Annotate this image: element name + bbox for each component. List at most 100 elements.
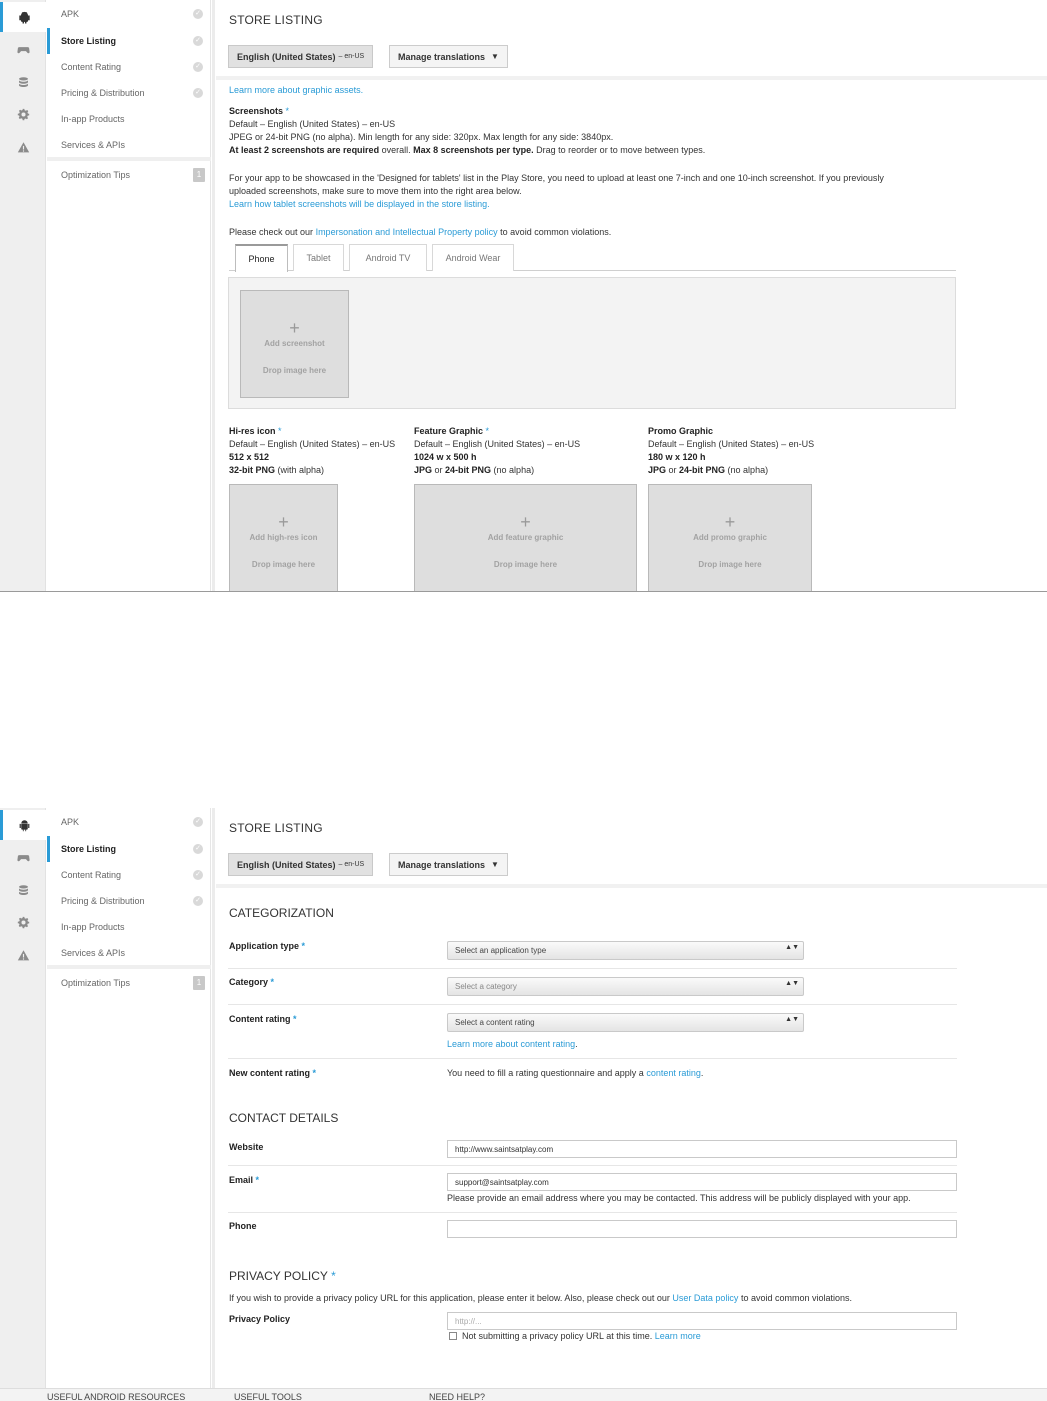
check-icon: ✓ (193, 870, 203, 880)
learn-more-link[interactable]: Learn more about (447, 1039, 521, 1049)
android-icon[interactable] (0, 2, 46, 32)
nav-item-in-app-products[interactable]: In-app Products (47, 106, 211, 132)
policy-post: to avoid common violations. (497, 227, 612, 237)
tab-tablet[interactable]: Tablet (293, 244, 344, 271)
content-rating-select[interactable]: Select a content rating ▲▼ (447, 1013, 804, 1032)
nav-item-label: Optimization Tips (61, 170, 131, 180)
tab-android-wear[interactable]: Android Wear (432, 244, 514, 271)
nav-item-services[interactable]: Services & APIs (47, 132, 211, 158)
email-label: Email * (229, 1175, 259, 1185)
category-select[interactable]: Select a category ▲▼ (447, 977, 804, 996)
hires-title: Hi-res icon (229, 426, 276, 436)
database-icon[interactable] (0, 67, 46, 97)
learn-more-link[interactable]: Learn more (655, 1331, 701, 1341)
gear-icon[interactable] (0, 99, 46, 129)
nav-item-pricing[interactable]: Pricing & Distribution ✓ (47, 80, 211, 106)
content-rating-link[interactable]: content rating (521, 1039, 576, 1049)
footer-need-help[interactable]: NEED HELP? (429, 1392, 485, 1401)
check-icon: ✓ (193, 62, 203, 72)
no-privacy-policy-label: Not submitting a privacy policy URL at t… (462, 1331, 653, 1341)
required-marker: * (301, 941, 306, 951)
application-type-value: Select an application type (455, 946, 547, 955)
screenshots-heading: Screenshots * (229, 106, 289, 116)
nav-item-label: Services & APIs (61, 140, 126, 150)
nav-item-label: Store Listing (61, 36, 117, 46)
language-button[interactable]: English (United States) – en-US (228, 853, 374, 876)
privacy-policy-input[interactable]: http://... (447, 1312, 957, 1330)
store-listing-graphics-panel: APK ✓ Store Listing ✓ Content Rating ✓ Pric… (0, 0, 1047, 592)
add-hires-label: Add high-res icon (249, 533, 318, 542)
gamepad-icon[interactable] (0, 842, 46, 872)
screenshots-format: JPEG or 24-bit PNG (no alpha). Min lengt… (229, 132, 614, 142)
store-listing-details-panel: APK ✓ Store Listing ✓ Content Rating ✓ Pric… (0, 808, 1047, 1401)
required-marker: * (312, 1068, 317, 1078)
nav-item-in-app-products[interactable]: In-app Products (47, 914, 211, 940)
select-arrows-icon: ▲▼ (785, 1016, 799, 1023)
row-divider (228, 1058, 957, 1059)
nav-gutter (212, 808, 215, 1401)
email-input[interactable]: support@saintsatplay.com (447, 1173, 957, 1191)
manage-translations-button[interactable]: Manage translations ▼ (389, 45, 508, 68)
language-label: English (United States) (237, 859, 336, 870)
new-content-rating-label: New content rating * (229, 1068, 316, 1078)
categorization-title: CATEGORIZATION (229, 906, 334, 920)
add-screenshot-label: Add screenshot (264, 339, 325, 348)
new-rating-post: . (700, 1068, 704, 1078)
database-icon[interactable] (0, 875, 46, 905)
nav-item-apk[interactable]: APK ✓ (47, 1, 211, 27)
footer-useful-tools[interactable]: USEFUL TOOLS (234, 1392, 302, 1401)
user-data-policy-link[interactable]: User Data policy (672, 1293, 738, 1303)
promo-format: JPG or 24-bit PNG (no alpha) (648, 465, 768, 475)
page-header: STORE LISTING English (United States) – e… (216, 808, 1047, 888)
android-icon[interactable] (0, 810, 46, 840)
nav-item-store-listing[interactable]: Store Listing ✓ (47, 28, 211, 54)
phone-input[interactable] (447, 1220, 957, 1238)
side-nav: APK ✓ Store Listing ✓ Content Rating ✓ Pric… (47, 808, 211, 1401)
footer-android-resources[interactable]: USEFUL ANDROID RESOURCES (47, 1392, 185, 1401)
promo-title: Promo Graphic (648, 426, 714, 436)
application-type-select[interactable]: Select an application type ▲▼ (447, 941, 804, 960)
nav-item-label: Content Rating (61, 62, 122, 72)
nav-divider (47, 965, 211, 969)
content-rating-label: Content rating * (229, 1014, 297, 1024)
gamepad-icon[interactable] (0, 34, 46, 64)
nav-item-optimization-tips[interactable]: Optimization Tips 1 (47, 162, 211, 188)
application-type-text: Application type (229, 941, 300, 951)
ip-policy-link[interactable]: Impersonation and Intellectual Property … (316, 227, 498, 237)
language-button[interactable]: English (United States) – en-US (228, 45, 374, 68)
requirement-text: overall. (379, 145, 414, 155)
website-input[interactable]: http://www.saintsatplay.com (447, 1140, 957, 1158)
no-privacy-policy-checkbox[interactable] (449, 1332, 457, 1340)
tablet-screenshots-link[interactable]: Learn how tablet screenshots will be dis… (229, 199, 490, 209)
privacy-policy-title-text: PRIVACY POLICY (229, 1269, 328, 1283)
warning-icon[interactable] (0, 132, 46, 162)
hires-heading: Hi-res icon * (229, 426, 282, 436)
nav-item-pricing[interactable]: Pricing & Distribution ✓ (47, 888, 211, 914)
promo-graphic-dropzone[interactable]: + Add promo graphic Drop image here (648, 484, 812, 591)
drop-image-label: Drop image here (251, 560, 316, 569)
add-feature-label: Add feature graphic (487, 533, 564, 542)
nav-item-content-rating[interactable]: Content Rating ✓ (47, 54, 211, 80)
content-rating-link[interactable]: content rating (646, 1068, 701, 1078)
nav-item-apk[interactable]: APK ✓ (47, 809, 211, 835)
nav-item-content-rating[interactable]: Content Rating ✓ (47, 862, 211, 888)
warning-icon[interactable] (0, 940, 46, 970)
manage-translations-button[interactable]: Manage translations ▼ (389, 853, 508, 876)
email-text: Email (229, 1175, 254, 1185)
screenshot-drop-area[interactable]: + Add screenshot Drop image here (228, 277, 956, 409)
page-title: STORE LISTING (229, 821, 323, 835)
learn-graphic-assets-link[interactable]: Learn more about graphic assets. (229, 85, 363, 95)
tab-phone[interactable]: Phone (235, 244, 288, 272)
hires-icon-dropzone[interactable]: + Add high-res icon Drop image here (229, 484, 338, 591)
category-text: Category (229, 977, 269, 987)
tab-android-tv[interactable]: Android TV (349, 244, 427, 271)
gear-icon[interactable] (0, 907, 46, 937)
check-icon: ✓ (193, 9, 203, 19)
feature-graphic-dropzone[interactable]: + Add feature graphic Drop image here (414, 484, 637, 591)
hires-format-type: 32-bit PNG (229, 465, 276, 475)
nav-item-services[interactable]: Services & APIs (47, 940, 211, 966)
add-screenshot-dropzone[interactable]: + Add screenshot Drop image here (240, 290, 349, 398)
nav-item-optimization-tips[interactable]: Optimization Tips 1 (47, 970, 211, 996)
privacy-policy-title: PRIVACY POLICY * (229, 1269, 336, 1283)
nav-item-store-listing[interactable]: Store Listing ✓ (47, 836, 211, 862)
